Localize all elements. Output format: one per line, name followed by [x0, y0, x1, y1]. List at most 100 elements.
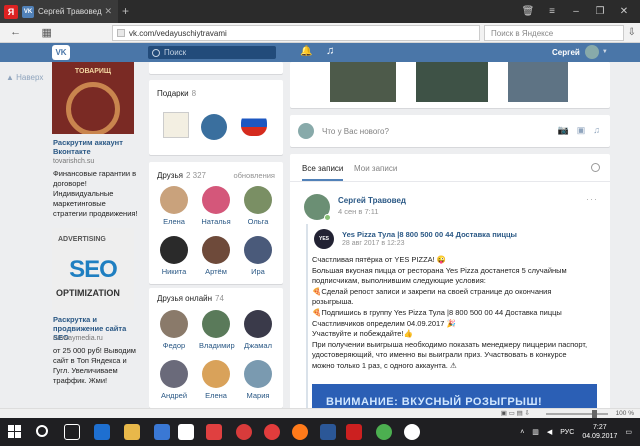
post-composer[interactable]: Что у Вас нового? 📷 ▣ ♫ — [290, 115, 610, 147]
friend-name[interactable]: Никита — [157, 267, 191, 276]
friend-item[interactable]: Ольга — [241, 186, 275, 226]
friend-avatar[interactable] — [160, 186, 188, 214]
friend-name[interactable]: Елена — [199, 391, 233, 400]
friend-item[interactable]: Ира — [241, 236, 275, 276]
notifications-bell-icon[interactable]: 🔔 — [300, 46, 312, 57]
photo-thumb[interactable] — [508, 62, 568, 102]
scroll-to-top-link[interactable]: ▲ Наверх — [6, 73, 43, 82]
user-menu[interactable]: Сергей ▼ — [552, 45, 608, 59]
vk-search-input[interactable]: Поиск — [148, 46, 276, 59]
store-icon[interactable] — [154, 424, 170, 440]
photo-thumb[interactable] — [330, 62, 396, 102]
online-header[interactable]: Друзья онлайн 74 — [157, 294, 224, 303]
photo-thumb[interactable] — [416, 62, 488, 102]
camera-icon[interactable]: 📷 — [558, 125, 569, 136]
opera-icon[interactable] — [264, 424, 280, 440]
app-icon[interactable] — [206, 424, 222, 440]
yandex-taskbar-icon[interactable] — [346, 424, 362, 440]
network-icon[interactable]: ▥ — [532, 428, 539, 436]
friend-item[interactable]: Владимир — [199, 310, 235, 350]
video-icon[interactable]: ▣ — [577, 125, 586, 136]
friend-item[interactable]: Артём — [199, 236, 233, 276]
gifts-header[interactable]: Подарки 8 — [157, 89, 196, 98]
ad2-image[interactable]: ADVERTISING SEO OPTIMIZATION — [52, 228, 134, 310]
yandex-browser-icon[interactable]: Я — [4, 4, 18, 19]
repost-group-avatar[interactable]: YES — [314, 229, 334, 249]
friend-item[interactable]: Джамал — [241, 310, 275, 350]
language-indicator[interactable]: РУС — [560, 429, 574, 436]
friend-name[interactable]: Артём — [199, 267, 233, 276]
volume-icon[interactable]: ◀ — [547, 428, 552, 436]
post-author-avatar[interactable] — [304, 194, 331, 221]
tab-my-posts[interactable]: Мои записи — [354, 164, 397, 173]
gift-heart-flag-icon[interactable] — [241, 110, 267, 136]
new-tab-icon[interactable]: + — [122, 5, 129, 17]
music-note-icon[interactable]: ♫ — [326, 45, 334, 57]
friend-avatar[interactable] — [202, 360, 230, 388]
back-arrow-icon[interactable]: ← — [10, 26, 21, 39]
friends-updates-link[interactable]: обновления — [233, 171, 275, 180]
minimize-icon[interactable]: – — [564, 6, 588, 17]
repost-author[interactable]: Yes Pizza Тула |8 800 500 00 44 Доставка… — [342, 230, 517, 239]
yandex-search-input[interactable]: Поиск в Яндексе — [484, 25, 624, 41]
gift-spinner-icon[interactable] — [201, 114, 227, 140]
task-view-icon[interactable] — [64, 424, 80, 440]
composer-placeholder[interactable]: Что у Вас нового? — [322, 127, 389, 136]
tab-all-posts[interactable]: Все записи — [302, 164, 344, 181]
vk-logo[interactable]: VK — [52, 45, 70, 60]
zoom-slider[interactable] — [546, 410, 608, 418]
browser-tab[interactable]: Я VK Сергей Травовед ✕ — [0, 0, 118, 23]
tray-arrow-icon[interactable]: ˄ — [520, 429, 524, 436]
restore-icon[interactable]: ❐ — [588, 6, 612, 17]
friend-item[interactable]: Мария — [241, 360, 275, 400]
friend-item[interactable]: Федор — [157, 310, 191, 350]
ad1-site[interactable]: tovarishch.su — [53, 158, 94, 165]
firefox-icon[interactable] — [292, 424, 308, 440]
friend-item[interactable]: Елена — [199, 360, 233, 400]
post-more-icon[interactable]: ··· — [586, 194, 598, 204]
friend-name[interactable]: Ольга — [241, 217, 275, 226]
friend-avatar[interactable] — [160, 360, 188, 388]
gift-calendar-icon[interactable] — [163, 112, 189, 138]
close-window-icon[interactable]: ✕ — [612, 6, 636, 17]
site-info-icon[interactable] — [117, 29, 125, 37]
friend-item[interactable]: Наталья — [199, 186, 233, 226]
clock[interactable]: 7:27 04.09.2017 — [582, 423, 617, 441]
friend-item[interactable]: Андрей — [157, 360, 191, 400]
wall-search-icon[interactable] — [591, 163, 600, 172]
word-icon[interactable] — [320, 424, 336, 440]
download-icon[interactable]: ⇩ — [628, 27, 636, 38]
friend-name[interactable]: Владимир — [199, 341, 235, 350]
post-date[interactable]: 4 сен в 7:11 — [338, 207, 379, 216]
post-author[interactable]: Сергей Травовед — [338, 196, 406, 205]
friend-name[interactable]: Мария — [241, 391, 275, 400]
friend-avatar[interactable] — [244, 186, 272, 214]
ad1-title[interactable]: Раскрутим аккаунт Вконтакте — [53, 138, 139, 156]
trash-icon[interactable]: 🗑 — [516, 6, 540, 17]
friend-item[interactable]: Елена — [157, 186, 191, 226]
music-note-icon[interactable]: ♫ — [593, 125, 600, 136]
friend-item[interactable]: Никита — [157, 236, 191, 276]
edge-icon[interactable] — [94, 424, 110, 440]
friend-avatar[interactable] — [244, 310, 272, 338]
menu-icon[interactable]: ≡ — [540, 6, 564, 17]
friends-header[interactable]: Друзья 2 327 — [157, 171, 206, 180]
notifications-icon[interactable]: ▭ — [625, 428, 632, 436]
friend-name[interactable]: Джамал — [241, 341, 275, 350]
zoom-slider-knob[interactable] — [592, 410, 597, 418]
ad2-site[interactable]: runwaymedia.ru — [53, 335, 103, 342]
friend-avatar[interactable] — [202, 310, 230, 338]
tab-close-icon[interactable]: ✕ — [104, 6, 112, 17]
friend-avatar[interactable] — [202, 236, 230, 264]
chrome-icon[interactable] — [376, 424, 392, 440]
friend-name[interactable]: Федор — [157, 341, 191, 350]
friend-name[interactable]: Наталья — [199, 217, 233, 226]
friend-avatar[interactable] — [202, 186, 230, 214]
friend-avatar[interactable] — [244, 236, 272, 264]
friend-avatar[interactable] — [244, 360, 272, 388]
windows-start-icon[interactable] — [8, 425, 22, 439]
friend-name[interactable]: Андрей — [157, 391, 191, 400]
friend-avatar[interactable] — [160, 236, 188, 264]
tableau-icon[interactable]: ▦ — [41, 26, 51, 39]
pdf-icon[interactable] — [236, 424, 252, 440]
